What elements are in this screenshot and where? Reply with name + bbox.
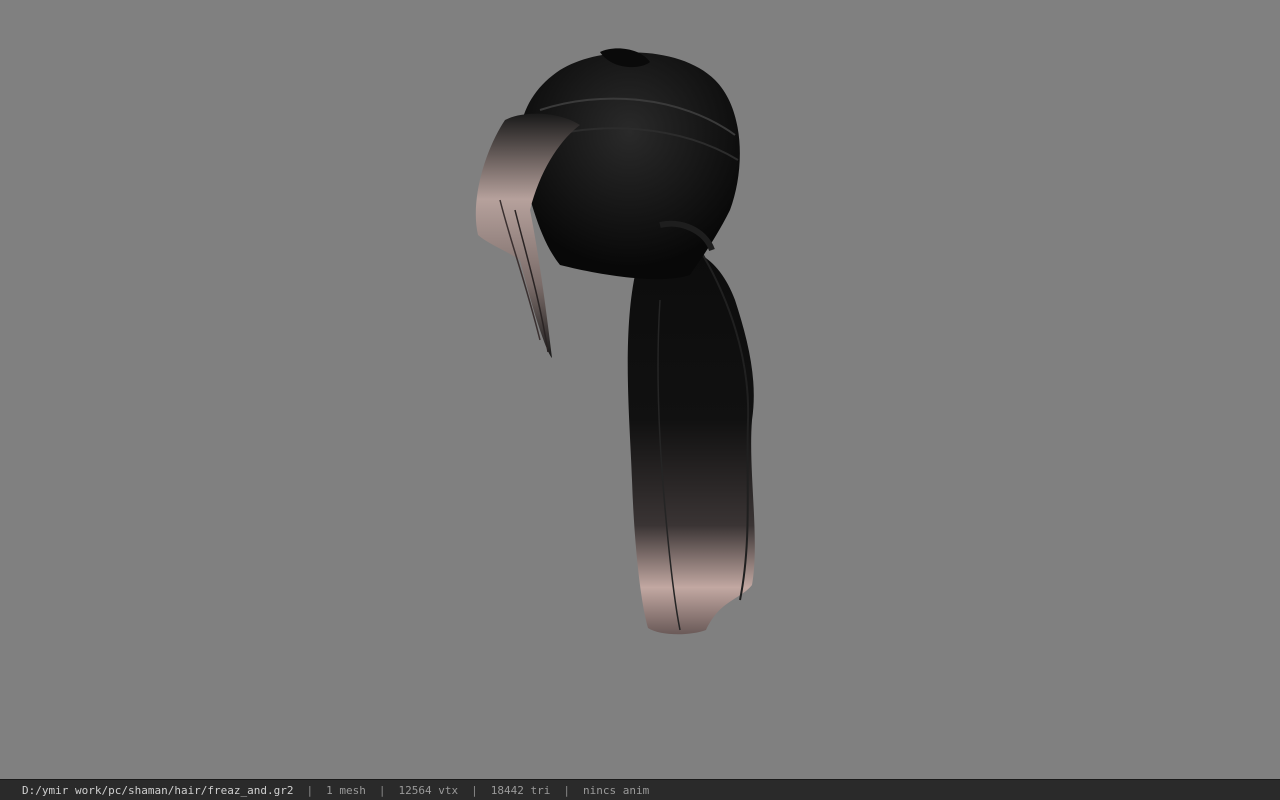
separator: | — [306, 783, 314, 797]
separator: | — [563, 783, 570, 797]
triangle-count: 18442 tri — [490, 783, 551, 797]
hair-model-render — [475, 48, 755, 635]
ponytail — [627, 245, 755, 635]
separator: | — [471, 783, 478, 797]
separator: | — [378, 783, 386, 797]
vertex-count: 12564 vtx — [398, 783, 459, 797]
mesh-count: 1 mesh — [326, 783, 366, 797]
3d-viewport[interactable] — [0, 0, 1280, 779]
file-path: D:/ymir work/pc/shaman/hair/freaz_and.gr… — [22, 783, 294, 797]
anim-status: nincs anim — [583, 783, 650, 797]
status-bar: D:/ymir work/pc/shaman/hair/freaz_and.gr… — [0, 779, 1280, 800]
